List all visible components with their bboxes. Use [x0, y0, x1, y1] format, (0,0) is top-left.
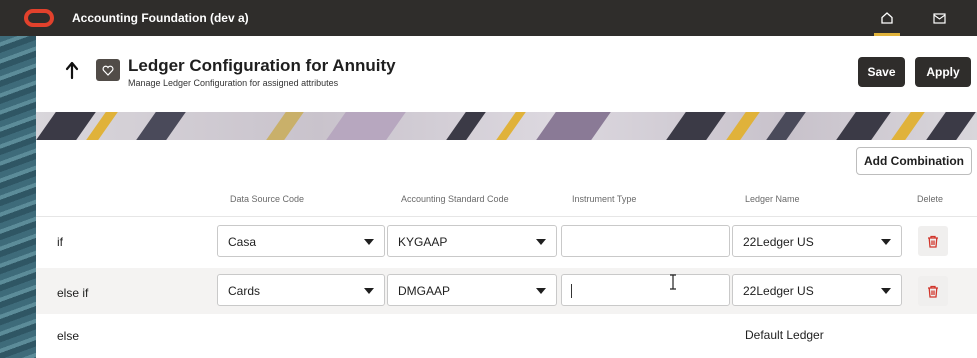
default-ledger-label: Default Ledger	[745, 328, 824, 342]
ledger-name-select[interactable]: 22Ledger US	[732, 225, 902, 257]
trash-icon	[928, 235, 938, 248]
column-header-data-source-code: Data Source Code	[230, 194, 305, 204]
heart-icon	[102, 65, 114, 76]
back-button[interactable]	[64, 60, 80, 80]
save-button[interactable]: Save	[858, 57, 905, 87]
home-button[interactable]	[872, 0, 902, 36]
oracle-logo[interactable]	[24, 9, 54, 27]
chevron-down-icon	[881, 288, 891, 294]
select-value: Cards	[228, 284, 261, 298]
back-arrow-icon	[65, 61, 79, 80]
page-subtitle: Manage Ledger Configuration for assigned…	[128, 78, 339, 88]
column-header-instrument-type: Instrument Type	[572, 194, 637, 204]
accounting-standard-select[interactable]: DMGAAP	[387, 274, 557, 306]
select-value: 22Ledger US	[743, 284, 814, 298]
instrument-type-input[interactable]	[561, 225, 730, 257]
row-label: else if	[57, 286, 89, 300]
accounting-standard-select[interactable]: KYGAAP	[387, 225, 557, 257]
select-value: Casa	[228, 235, 257, 249]
data-source-select[interactable]: Casa	[217, 225, 385, 257]
top-bar: Accounting Foundation (dev a)	[0, 0, 977, 36]
ledger-name-select[interactable]: 22Ledger US	[732, 274, 902, 306]
column-header-delete: Delete	[917, 194, 944, 204]
column-header-ledger-name: Ledger Name	[745, 194, 800, 204]
header-divider	[36, 216, 977, 217]
messages-button[interactable]	[926, 0, 952, 36]
apply-button[interactable]: Apply	[915, 57, 971, 87]
chevron-down-icon	[364, 288, 374, 294]
app-title: Accounting Foundation (dev a)	[72, 11, 249, 25]
row-label: if	[57, 235, 63, 249]
message-icon	[932, 12, 946, 24]
chevron-down-icon	[536, 288, 546, 294]
column-header-accounting-standard-code: Accounting Standard Code	[401, 194, 509, 204]
text-cursor-icon	[670, 274, 676, 290]
side-decoration	[0, 36, 36, 358]
trash-icon	[928, 285, 938, 298]
row-label: else	[57, 329, 80, 343]
select-value: KYGAAP	[398, 235, 448, 249]
delete-row-button[interactable]	[918, 226, 948, 256]
header-banner	[36, 112, 977, 140]
home-icon	[881, 12, 893, 24]
select-value: 22Ledger US	[743, 235, 814, 249]
page-title: Ledger Configuration for Annuity	[128, 56, 396, 75]
chevron-down-icon	[881, 239, 891, 245]
chevron-down-icon	[536, 239, 546, 245]
instrument-type-input[interactable]	[561, 274, 730, 306]
chevron-down-icon	[364, 239, 374, 245]
add-combination-button[interactable]: Add Combination	[856, 147, 972, 175]
page-icon	[96, 59, 120, 81]
text-caret	[571, 284, 572, 298]
select-value: DMGAAP	[398, 284, 451, 298]
delete-row-button[interactable]	[918, 276, 948, 306]
data-source-select[interactable]: Cards	[217, 274, 385, 306]
